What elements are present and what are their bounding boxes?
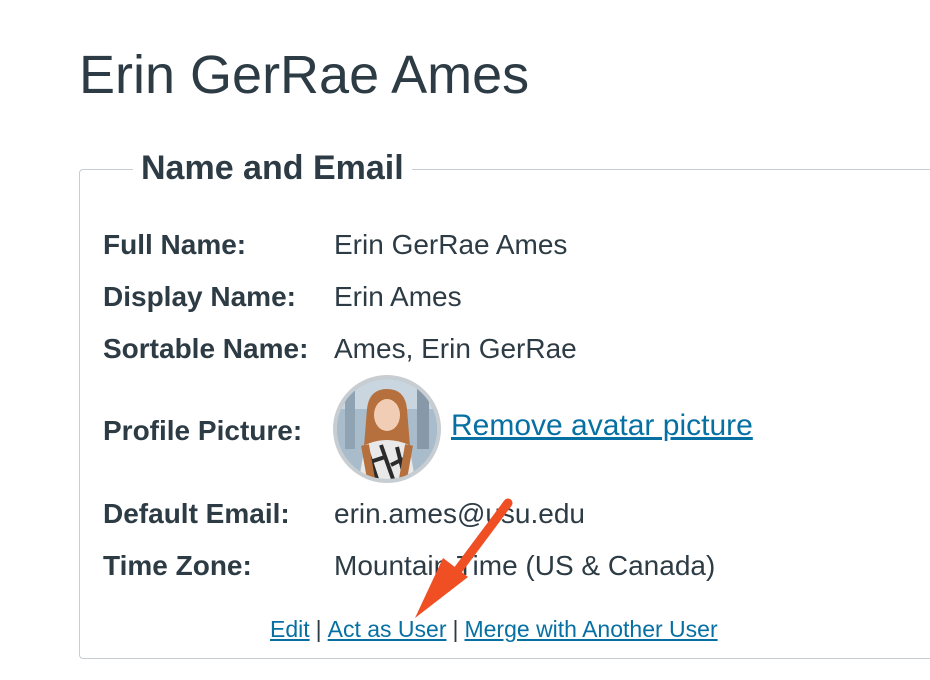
avatar-photo-icon: [337, 379, 437, 479]
time-zone-value: Mountain Time (US & Canada): [334, 550, 716, 581]
default-email-value: erin.ames@usu.edu: [334, 498, 586, 529]
field-row-default-email: Default Email: erin.ames@usu.edu: [103, 494, 585, 534]
merge-user-link[interactable]: Merge with Another User: [464, 616, 717, 642]
sortable-name-value: Ames, Erin GerRae: [334, 333, 577, 364]
avatar: [333, 375, 441, 483]
field-label: Profile Picture:: [103, 415, 303, 446]
section-legend: Name and Email: [133, 148, 412, 188]
page-title: Erin GerRae Ames: [79, 45, 530, 105]
field-label: Sortable Name:: [103, 333, 309, 364]
full-name-value: Erin GerRae Ames: [334, 229, 568, 260]
edit-link[interactable]: Edit: [270, 616, 310, 642]
display-name-value: Erin Ames: [334, 281, 462, 312]
user-profile-page: Erin GerRae Ames Name and Email Full Nam…: [0, 0, 930, 680]
field-row-display-name: Display Name: Erin Ames: [103, 277, 462, 317]
field-row-full-name: Full Name: Erin GerRae Ames: [103, 225, 567, 265]
act-as-user-link[interactable]: Act as User: [328, 616, 447, 642]
field-label: Display Name:: [103, 281, 296, 312]
field-label: Time Zone:: [103, 550, 252, 581]
remove-avatar-link[interactable]: Remove avatar picture: [451, 406, 753, 446]
field-row-sortable-name: Sortable Name: Ames, Erin GerRae: [103, 329, 577, 369]
field-row-profile-picture: Profile Picture:: [103, 411, 334, 451]
field-row-time-zone: Time Zone: Mountain Time (US & Canada): [103, 546, 715, 586]
user-actions: Edit | Act as User | Merge with Another User: [270, 612, 718, 646]
field-label: Default Email:: [103, 498, 290, 529]
field-label: Full Name:: [103, 229, 247, 260]
separator: |: [315, 616, 322, 642]
separator: |: [452, 616, 459, 642]
